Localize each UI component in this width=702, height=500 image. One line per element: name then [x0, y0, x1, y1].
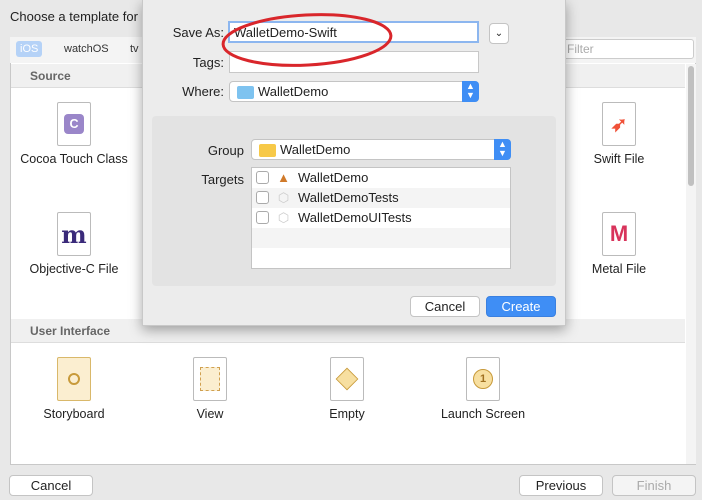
updown-icon: ▲ ▼ — [494, 139, 511, 160]
item-label: Launch Screen — [440, 407, 526, 421]
tags-label: Tags: — [192, 55, 224, 70]
template-swift-file[interactable]: ➶ Swift File — [564, 102, 674, 166]
create-button[interactable]: Create — [486, 296, 556, 317]
app-target-icon: ▲ — [277, 170, 290, 185]
folder-icon — [259, 144, 276, 157]
item-label: Swift File — [593, 152, 645, 166]
item-label: Metal File — [591, 262, 647, 276]
item-label: View — [196, 407, 224, 421]
targets-label: Targets — [201, 172, 244, 187]
item-label: Cocoa Touch Class — [20, 152, 128, 166]
test-target-icon: ⬡ — [277, 210, 290, 225]
template-metal-file[interactable]: M Metal File — [564, 212, 674, 276]
updown-icon: ▲ ▼ — [462, 81, 479, 102]
targets-list: ▲ WalletDemo ⬡ WalletDemoTests ⬡ WalletDemo… — [251, 167, 511, 269]
annotation-ellipse — [221, 13, 393, 67]
swift-file-icon: ➶ — [602, 102, 636, 146]
target-row[interactable]: ⬡ WalletDemoTests — [252, 188, 510, 208]
template-view[interactable]: View — [155, 357, 265, 421]
sheet-cancel-button[interactable]: Cancel — [410, 296, 480, 317]
objective-c-file-icon: m — [57, 212, 91, 256]
target-row[interactable]: ⬡ WalletDemoUITests — [252, 208, 510, 228]
where-popup[interactable]: WalletDemo ▲ ▼ — [229, 81, 479, 102]
where-value: WalletDemo — [258, 84, 329, 99]
item-label: Empty — [329, 407, 365, 421]
filter-input[interactable]: Filter — [560, 39, 694, 59]
scrollbar-thumb[interactable] — [688, 66, 694, 186]
empty-row — [252, 228, 510, 248]
target-checkbox[interactable] — [256, 171, 269, 184]
previous-button[interactable]: Previous — [519, 475, 603, 496]
target-name: WalletDemoUITests — [298, 210, 412, 225]
item-label: Objective-C File — [29, 262, 119, 276]
template-cocoa-touch-class[interactable]: C Cocoa Touch Class — [19, 102, 129, 166]
target-row[interactable]: ▲ WalletDemo — [252, 168, 510, 188]
finish-button[interactable]: Finish — [612, 475, 696, 496]
tab-tvos[interactable]: tv — [126, 41, 143, 57]
cancel-button[interactable]: Cancel — [9, 475, 93, 496]
empty-icon — [330, 357, 364, 401]
group-value: WalletDemo — [280, 142, 351, 157]
tab-watchos[interactable]: watchOS — [60, 41, 113, 57]
target-checkbox[interactable] — [256, 211, 269, 224]
metal-file-icon: M — [602, 212, 636, 256]
template-storyboard[interactable]: Storyboard — [19, 357, 129, 421]
target-name: WalletDemo — [298, 170, 369, 185]
group-popup[interactable]: WalletDemo ▲ ▼ — [251, 139, 511, 160]
target-name: WalletDemoTests — [298, 190, 399, 205]
target-checkbox[interactable] — [256, 191, 269, 204]
cocoa-touch-class-icon: C — [57, 102, 91, 146]
test-target-icon: ⬡ — [277, 190, 290, 205]
window-title: Choose a template for — [10, 9, 138, 24]
template-launch-screen[interactable]: 1 Launch Screen — [428, 357, 538, 421]
save-as-label: Save As: — [172, 25, 224, 40]
launch-screen-icon: 1 — [466, 357, 500, 401]
folder-icon — [237, 86, 254, 99]
expand-chevron-button[interactable]: ⌄ — [489, 23, 509, 44]
template-empty[interactable]: Empty — [292, 357, 402, 421]
where-label: Where: — [182, 84, 224, 99]
template-objective-c-file[interactable]: m Objective-C File — [19, 212, 129, 276]
tab-ios[interactable]: iOS — [16, 41, 43, 57]
group-label: Group — [207, 143, 244, 158]
view-icon — [193, 357, 227, 401]
storyboard-icon — [57, 357, 91, 401]
item-label: Storyboard — [43, 407, 105, 421]
